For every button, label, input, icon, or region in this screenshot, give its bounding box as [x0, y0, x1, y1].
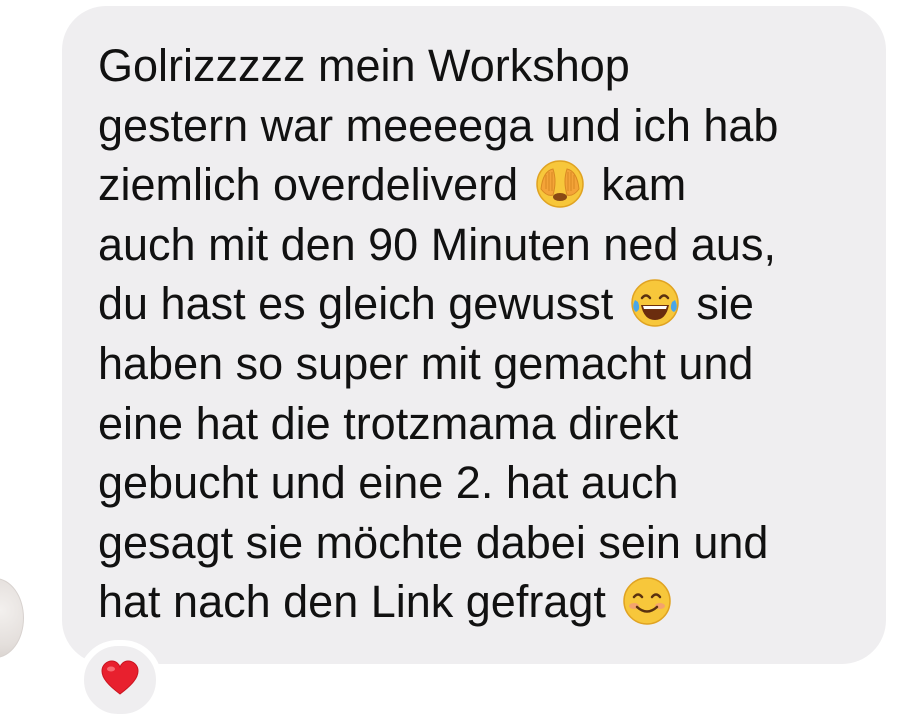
message-line-3-text: ziemlich overdeliverd — [98, 159, 519, 211]
face-with-tears-of-joy-icon — [630, 278, 680, 328]
message-bubble[interactable]: Golrizzzzz mein Workshop gestern war mee… — [62, 6, 886, 664]
message-line-5-end: sie — [696, 278, 754, 330]
message-line-3: ziemlich overdeliverd kam — [98, 155, 866, 215]
sender-avatar[interactable] — [0, 578, 24, 658]
message-line-9: gesagt sie möchte dabei sein und — [98, 516, 769, 568]
message-line-3-end: kam — [601, 159, 687, 211]
message-line-10: hat nach den Link gefragt — [98, 572, 866, 632]
heart-reaction[interactable] — [78, 640, 162, 720]
smiling-face-icon — [622, 576, 672, 626]
message-line-7: eine hat die trotzmama direkt — [98, 397, 679, 449]
message-line-1: Golrizzzzz mein Workshop — [98, 40, 630, 91]
message-line-6: haben so super mit gemacht und — [98, 337, 754, 389]
face-with-hand-over-eyes-icon — [535, 159, 585, 209]
message-line-5: du hast es gleich gewusst sie — [98, 274, 866, 334]
chat-view: Golrizzzzz mein Workshop gestern war mee… — [0, 0, 908, 728]
message-line-5-text: du hast es gleich gewusst — [98, 278, 614, 330]
message-line-4: auch mit den 90 Minuten ned aus, — [98, 218, 776, 270]
message-line-8: gebucht und eine 2. hat auch — [98, 457, 679, 509]
message-line-10-text: hat nach den Link gefragt — [98, 576, 606, 628]
message-line-2: gestern war meeeega und ich hab — [98, 99, 779, 151]
red-heart-icon — [100, 659, 140, 701]
